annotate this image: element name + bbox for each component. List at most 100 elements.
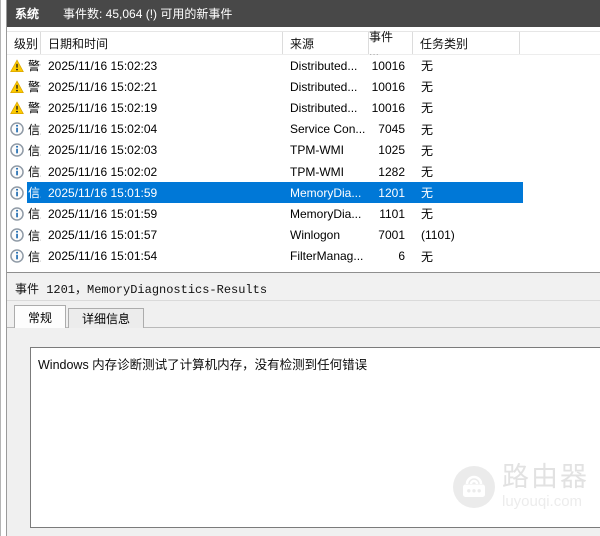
table-row[interactable]: 信息 2025/11/16 15:02:02 TPM-WMI 1282 无 <box>7 161 600 182</box>
cell-event-id: 16 <box>369 270 413 272</box>
column-header-task[interactable]: 任务类别 <box>413 32 520 54</box>
cell-task-category: 无 <box>421 186 434 201</box>
column-header-row: 级别 日期和时间 来源 事件 ... 任务类别 <box>7 30 600 59</box>
cell-level: 警告 <box>7 57 41 74</box>
cell-datetime: 2025/11/16 15:02:04 <box>48 122 158 137</box>
table-row[interactable]: 信息2025/11/16 15:01:51TPM...16无 <box>7 267 600 272</box>
cell-datetime: 2025/11/16 15:01:57 <box>48 228 158 243</box>
level-label: 信息 <box>28 207 41 222</box>
info-icon <box>10 249 24 264</box>
cell-level: 信息 <box>7 121 41 138</box>
cell-source: FilterManag... <box>290 249 364 264</box>
info-icon <box>10 228 24 242</box>
info-icon <box>10 143 24 158</box>
cell-task-category: 无 <box>421 207 434 222</box>
cell-level: 信息 <box>7 184 41 201</box>
level-label: 警告 <box>28 101 41 116</box>
cell-task-category: 无 <box>421 143 434 158</box>
table-row[interactable]: 警告 2025/11/16 15:02:21 Distributed... 10016… <box>7 76 600 97</box>
pane-header-bar: 系统 事件数: 45,064 (!) 可用的新事件 <box>7 0 600 27</box>
cell-datetime: 2025/11/16 15:02:19 <box>48 100 158 115</box>
cell-level: 信息 <box>7 227 41 244</box>
warning-icon <box>10 101 24 115</box>
preview-tab-page: 常规 详细信息 Windows 内存诊断测试了计算机内存，没有检测到任何错误 路… <box>7 301 600 536</box>
level-label: 警告 <box>28 80 41 95</box>
cell-task-category: 无 <box>421 59 434 74</box>
cell-level: 信息 <box>7 142 41 159</box>
cell-level: 信息 <box>7 205 41 222</box>
cell-datetime: 2025/11/16 15:02:23 <box>48 58 158 73</box>
cell-datetime: 2025/11/16 15:01:51 <box>41 270 283 272</box>
pane-title: 系统 <box>15 7 40 21</box>
cell-task-category: 无 <box>421 122 434 137</box>
cell-event-id: 6 <box>398 249 405 264</box>
cell-event-id: 1101 <box>379 206 405 221</box>
watermark: 路由器 luyouqi.com <box>453 464 589 509</box>
cell-event-id: 1025 <box>378 143 405 158</box>
cell-event-id: 1201 <box>378 185 405 200</box>
preview-tabs: 常规 详细信息 <box>14 305 146 328</box>
cell-task-category: 无 <box>421 165 434 180</box>
warning-icon <box>10 80 24 94</box>
cell-source: Distributed... <box>290 58 358 73</box>
column-header-eid[interactable]: 事件 ... <box>369 30 413 59</box>
column-header-level[interactable]: 级别 <box>7 32 41 54</box>
cell-datetime: 2025/11/16 15:02:02 <box>48 164 158 179</box>
preview-event-title: 事件 1201，MemoryDiagnostics-Results <box>7 277 600 301</box>
event-description-box[interactable]: Windows 内存诊断测试了计算机内存，没有检测到任何错误 路由器 luyou… <box>30 347 600 528</box>
event-rows: 警告 2025/11/16 15:02:23 Distributed... 10016… <box>7 55 600 272</box>
cell-event-id: 7045 <box>378 122 405 137</box>
cell-source: MemoryDia... <box>290 206 362 221</box>
cell-event-id: 10016 <box>371 58 405 73</box>
event-viewer-window: 系统 事件数: 45,064 (!) 可用的新事件 级别 日期和时间 来源 事件 ..… <box>0 0 600 536</box>
cell-task-category: 无 <box>413 270 520 272</box>
level-label: 信息 <box>28 122 41 137</box>
cell-source: Winlogon <box>290 228 341 243</box>
level-label: 信息 <box>28 270 41 272</box>
table-row[interactable]: 信息 2025/11/16 15:01:54 FilterManag... 6 无 <box>7 246 600 267</box>
column-header-src[interactable]: 来源 <box>283 32 369 54</box>
cell-level: 警告 <box>7 78 41 95</box>
info-icon <box>10 185 24 200</box>
table-row[interactable]: 信息 2025/11/16 15:02:04 Service Con... 7045 无 <box>7 119 600 140</box>
cell-source: Distributed... <box>290 100 358 115</box>
cell-event-id: 1282 <box>378 164 405 179</box>
cell-level: 信息 <box>7 248 41 265</box>
cell-datetime: 2025/11/16 15:01:54 <box>48 249 158 264</box>
cell-datetime: 2025/11/16 15:02:03 <box>48 143 158 158</box>
table-row[interactable]: 信息 2025/11/16 15:01:59 MemoryDia... 1201 无 <box>7 182 600 204</box>
level-label: 信息 <box>28 186 41 201</box>
info-icon <box>10 164 24 179</box>
cell-datetime: 2025/11/16 15:02:21 <box>48 79 158 94</box>
level-label: 信息 <box>28 143 41 158</box>
cell-source: TPM-WMI <box>290 164 344 179</box>
cell-source: Service Con... <box>290 122 366 137</box>
tab-general[interactable]: 常规 <box>14 305 67 328</box>
table-row[interactable]: 信息 2025/11/16 15:01:59 MemoryDia... 1101 无 <box>7 203 600 224</box>
info-icon <box>10 207 24 221</box>
cell-datetime: 2025/11/16 15:01:59 <box>48 206 158 221</box>
cell-source: MemoryDia... <box>290 185 362 200</box>
table-row[interactable]: 警告 2025/11/16 15:02:23 Distributed... 10016… <box>7 55 600 76</box>
cell-source: TPM... <box>283 270 369 272</box>
cell-event-id: 10016 <box>371 100 405 115</box>
cell-level: 信息 <box>7 270 41 272</box>
level-label: 警告 <box>28 59 41 74</box>
column-header-dt[interactable]: 日期和时间 <box>41 32 283 54</box>
table-row[interactable]: 信息 2025/11/16 15:01:57 Winlogon 7001 (1101) <box>7 225 600 246</box>
table-row[interactable]: 警告 2025/11/16 15:02:19 Distributed... 10016… <box>7 97 600 118</box>
watermark-title: 路由器 <box>502 462 589 492</box>
cell-level: 信息 <box>7 163 41 180</box>
table-row[interactable]: 信息 2025/11/16 15:02:03 TPM-WMI 1025 无 <box>7 140 600 161</box>
cell-source: Distributed... <box>290 79 358 94</box>
cell-task-category: (1101) <box>421 228 455 243</box>
router-logo-icon <box>453 465 495 508</box>
cell-task-category: 无 <box>421 101 434 116</box>
cell-event-id: 10016 <box>371 79 405 94</box>
warning-icon <box>10 58 24 73</box>
cell-source: TPM-WMI <box>290 143 344 158</box>
tab-details[interactable]: 详细信息 <box>68 308 145 328</box>
event-description-text: Windows 内存诊断测试了计算机内存，没有检测到任何错误 <box>38 358 368 372</box>
event-count-status: 事件数: 45,064 (!) 可用的新事件 <box>63 7 233 21</box>
cell-level: 警告 <box>7 99 41 116</box>
